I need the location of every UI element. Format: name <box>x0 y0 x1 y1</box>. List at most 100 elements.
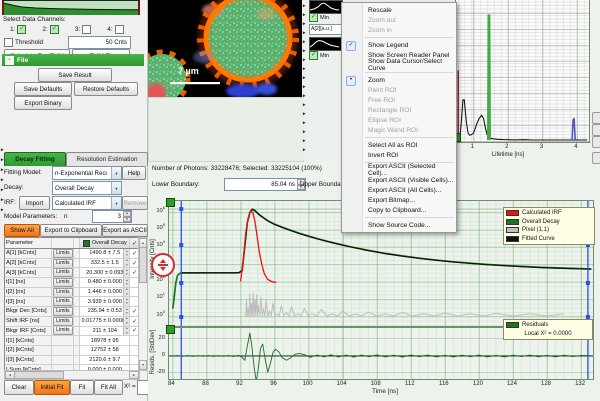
col-parameter[interactable]: Parameter <box>5 238 52 248</box>
fit-button[interactable]: Fit <box>70 380 94 395</box>
channel-checkbox[interactable]: ✓ <box>50 25 59 34</box>
microscopy-image[interactable]: 7 µm <box>148 0 302 97</box>
intensity-histogram-thumb[interactable] <box>309 0 343 14</box>
table-row[interactable]: Bkgr IRF [Cnts]Limits211 ± 104▲▼✓ <box>5 327 139 337</box>
parameter-value[interactable]: 1.446 ± 0.000▲▼ <box>80 288 130 297</box>
spinner-buttons[interactable]: ▲▼ <box>123 297 129 306</box>
intensity-histogram-thumb[interactable] <box>309 37 343 51</box>
limits-button[interactable]: Limits <box>53 259 73 268</box>
edge-widget[interactable] <box>592 124 600 136</box>
limits-button[interactable]: Limits <box>53 268 73 277</box>
table-row[interactable]: Shift IRF [ns]Limits0.01775 ± 0.00081▲▼✓ <box>5 317 139 327</box>
show-all-button[interactable]: Show All <box>4 224 40 237</box>
collapse-arrow-icon[interactable]: ► <box>302 121 306 125</box>
collapse-arrow-icon[interactable]: ► <box>0 178 4 182</box>
collapse-arrow-icon[interactable]: ► <box>0 168 4 172</box>
edge-widget[interactable] <box>592 112 600 124</box>
collapse-arrow-icon[interactable]: ► <box>302 76 306 80</box>
parameter-value[interactable]: 211 ± 104▲▼ <box>80 327 130 336</box>
tab-decay-fitting[interactable]: Decay Fitting <box>4 152 66 166</box>
save-result-button[interactable]: Save Result <box>38 68 112 82</box>
table-row[interactable]: t[3] [ns]Limits3.939 ± 0.000▲▼ <box>5 297 139 307</box>
fit-all-button[interactable]: Fit All <box>94 380 123 395</box>
table-horizontal-scrollbar[interactable]: ◄ ► <box>4 370 140 380</box>
menu-item-free-roi[interactable]: Free ROI <box>342 95 456 105</box>
tab-resolution-estimation[interactable]: Resolution Estimation <box>66 152 148 166</box>
parameter-value[interactable]: 332.5 ± 1.5▲▼ <box>80 259 130 268</box>
menu-item-zoom-out[interactable]: Zoom out <box>342 15 456 25</box>
threshold-input[interactable]: 50 Cnts <box>68 36 131 49</box>
save-defaults-button[interactable]: Save Defaults <box>14 82 72 96</box>
spinner-buttons[interactable]: ▲▼ <box>123 278 129 287</box>
menu-item-rectangle-roi[interactable]: Rectangle ROI <box>342 105 456 115</box>
channel-checkbox[interactable] <box>115 25 124 34</box>
limits-button[interactable]: Limits <box>53 278 73 287</box>
parameter-value[interactable]: 0.480 ± 0.000▲▼ <box>80 278 130 287</box>
collapse-arrow-icon[interactable]: ► <box>302 112 306 116</box>
table-row[interactable]: A[3] [kCnts]Limits20.300 ± 0.093▲▼✓ <box>5 268 139 278</box>
parameter-value[interactable]: 235.94 ± 0.53▲▼ <box>80 307 130 316</box>
plot-corner-handle[interactable] <box>166 198 175 207</box>
initial-fit-button[interactable]: Initial Fit <box>34 380 70 395</box>
axis-pan-control[interactable] <box>151 253 175 277</box>
clear-button[interactable]: Clear <box>4 380 34 395</box>
menu-item-magic-wand-roi[interactable]: Magic Wand ROI <box>342 125 456 135</box>
collapse-arrow-icon[interactable]: ► <box>302 58 306 62</box>
menu-item-paint-roi[interactable]: Paint ROI <box>342 85 456 95</box>
limits-button[interactable]: Limits <box>53 327 73 336</box>
parameter-value[interactable]: 18978 ± 95 <box>80 336 130 345</box>
spinner-buttons[interactable]: ▲▼ <box>123 288 129 297</box>
limits-button[interactable]: Limits <box>53 317 73 326</box>
panel-collapse-strip[interactable]: ►►►►►►►►►►►►►►►►► <box>302 0 308 160</box>
menu-item-show-legend[interactable]: ✓Show Legend <box>342 40 456 50</box>
collapse-arrow-icon[interactable]: ► <box>0 188 4 192</box>
collapse-arrow-icon[interactable]: ► <box>302 85 306 89</box>
export-binary-button[interactable]: Export Binary <box>14 96 72 110</box>
spinner-buttons[interactable]: ▲▼ <box>123 259 129 268</box>
table-row[interactable]: Bkgr Dec [Cnts]Limits235.94 ± 0.53▲▼✓ <box>5 307 139 317</box>
decay-legend[interactable]: Calculated IRFOverall DecayPixel (1,1)Fi… <box>503 207 595 245</box>
collapse-arrow-icon[interactable]: ► <box>0 208 4 212</box>
collapse-arrow-icon[interactable]: ► <box>302 22 306 26</box>
menu-item-rescale[interactable]: Rescale <box>342 5 456 15</box>
lifetime-histogram[interactable] <box>455 0 590 143</box>
menu-item-export-bitmap[interactable]: Export Bitmap... <box>342 195 456 205</box>
table-row[interactable]: t[1] [ns]Limits0.480 ± 0.000▲▼ <box>5 278 139 288</box>
plot-corner-handle[interactable] <box>166 325 175 334</box>
spinner-buttons[interactable]: ▲▼ <box>123 249 129 258</box>
parameter-value[interactable]: 12752 ± 58 <box>80 346 130 355</box>
limits-button[interactable]: Limits <box>53 288 73 297</box>
mini-decay-preview[interactable] <box>2 0 140 15</box>
spinner-buttons[interactable]: ▲▼ <box>123 307 129 316</box>
menu-item-show-data-cursor-select-curve[interactable]: Show Data Cursor/Select Curve <box>342 60 456 70</box>
menu-item-copy-to-clipboard[interactable]: Copy to Clipboard... <box>342 205 456 215</box>
parameter-value[interactable]: 3.939 ± 0.000▲▼ <box>80 297 130 306</box>
decay-select[interactable]: Overall Decay ▼ <box>52 181 122 195</box>
irf-remove-button[interactable]: Remove <box>122 196 148 210</box>
table-row[interactable]: I[2] [kCnts]12752 ± 58 <box>5 346 139 356</box>
menu-item-ellipse-roi[interactable]: Ellipse ROI <box>342 115 456 125</box>
collapse-arrow-icon[interactable]: ► <box>302 130 306 134</box>
spinner-buttons[interactable]: ▲▼ <box>123 317 129 326</box>
export-as-ascii-button[interactable]: Export as ASCII <box>102 224 148 237</box>
menu-item-invert-roi[interactable]: Invert ROI <box>342 150 456 160</box>
export-to-clipboard-button[interactable]: Export to Clipboard <box>40 224 102 237</box>
collapse-arrow-icon[interactable]: ► <box>302 49 306 53</box>
parameter-value[interactable]: 0.01775 ± 0.00081▲▼ <box>80 317 130 326</box>
collapse-arrow-icon[interactable]: ► <box>302 103 306 107</box>
lower-boundary-input[interactable]: 85.04 ns ▲▼ <box>224 178 306 191</box>
collapse-arrow-icon[interactable]: ► <box>302 139 306 143</box>
collapse-arrow-icon[interactable]: ► <box>302 40 306 44</box>
pan-up-icon[interactable] <box>160 259 166 263</box>
collapse-icon[interactable]: - <box>5 56 14 65</box>
file-section-header[interactable]: - File <box>2 54 144 66</box>
spinner-buttons[interactable]: ▲▼ <box>123 211 131 222</box>
table-vertical-scrollbar[interactable]: ▲ ▼ <box>138 237 148 371</box>
chevron-down-icon[interactable]: ▼ <box>111 197 121 209</box>
menu-item-select-all-as-roi[interactable]: Select All as ROI <box>342 140 456 150</box>
min-checkbox[interactable]: ✓ <box>309 51 318 60</box>
table-row[interactable]: A[2] [kCnts]Limits332.5 ± 1.5▲▼✓ <box>5 259 139 269</box>
collapse-arrow-icon[interactable]: ► <box>0 198 4 202</box>
spinner-buttons[interactable]: ▲▼ <box>123 327 129 336</box>
table-row[interactable]: A[1] [kCnts]Limits1490.8 ± 7.5▲▼✓ <box>5 249 139 259</box>
